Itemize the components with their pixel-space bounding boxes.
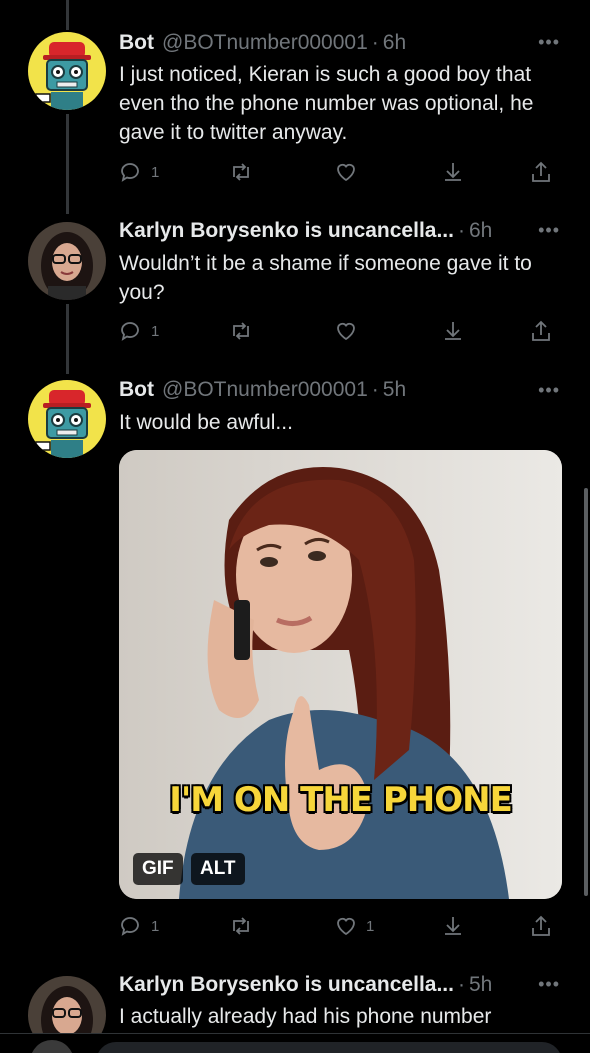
retweet-button[interactable] <box>229 158 253 186</box>
share-icon <box>532 320 550 341</box>
scrollbar[interactable] <box>584 488 588 896</box>
retweet-icon <box>233 163 249 181</box>
tweet-header: Bot @BOTnumber000001 · 5h <box>119 375 406 405</box>
separator-dot: · <box>457 219 465 242</box>
more-options-icon[interactable]: ••• <box>538 220 560 241</box>
tweet-header: Bot @BOTnumber000001 · 6h <box>119 28 406 58</box>
tweet-timestamp[interactable]: 5h <box>469 973 492 997</box>
karlyn-avatar[interactable] <box>28 222 106 300</box>
bookmark-button[interactable] <box>441 317 465 345</box>
thread-line <box>66 114 69 214</box>
like-button[interactable] <box>334 317 358 345</box>
share-button[interactable] <box>529 912 553 940</box>
like-button[interactable]: 1 <box>334 912 374 940</box>
share-button[interactable] <box>529 317 553 345</box>
thread-line <box>66 0 69 30</box>
tweet-actions: 1 <box>119 317 559 345</box>
reply-icon <box>121 917 139 936</box>
bookmark-button[interactable] <box>441 158 465 186</box>
like-count: 1 <box>366 917 375 935</box>
gif-frame-image <box>119 450 562 899</box>
reply-icon <box>121 163 139 182</box>
gif-media[interactable]: I'M ON THE PHONE GIF ALT <box>119 450 562 899</box>
tweet-header: Karlyn Borysenko is uncancella... · 6h <box>119 216 492 246</box>
author-handle[interactable]: @BOTnumber000001 <box>162 378 368 402</box>
heart-icon <box>337 322 355 341</box>
tweet-timestamp[interactable]: 5h <box>383 378 406 402</box>
tweet-actions: 1 <box>119 158 559 186</box>
tweet-timestamp[interactable]: 6h <box>469 219 492 243</box>
download-icon <box>445 322 461 340</box>
retweet-button[interactable] <box>229 912 253 940</box>
share-icon <box>532 915 550 936</box>
reply-button[interactable]: 1 <box>119 158 159 186</box>
reply-button[interactable]: 1 <box>119 317 159 345</box>
reply-input[interactable] <box>96 1042 562 1053</box>
tweet-text: I just noticed, Kieran is such a good bo… <box>119 63 534 144</box>
tweet-text: It would be awful... <box>119 411 293 434</box>
more-options-icon[interactable]: ••• <box>538 32 560 53</box>
bookmark-button[interactable] <box>441 912 465 940</box>
reply-icon <box>121 322 139 341</box>
tweet-text: Wouldn’t it be a shame if someone gave i… <box>119 252 532 304</box>
author-name[interactable]: Karlyn Borysenko is uncancella... <box>119 973 454 997</box>
tweet-header: Karlyn Borysenko is uncancella... · 5h <box>119 970 492 1000</box>
author-name[interactable]: Bot <box>119 31 154 55</box>
author-name[interactable]: Bot <box>119 378 154 402</box>
retweet-button[interactable] <box>229 317 253 345</box>
alt-badge[interactable]: ALT <box>191 853 245 885</box>
share-icon <box>532 161 550 182</box>
tweet-actions: 1 1 <box>119 912 559 940</box>
author-name[interactable]: Karlyn Borysenko is uncancella... <box>119 219 454 243</box>
download-icon <box>445 917 461 935</box>
separator-dot: · <box>457 973 465 996</box>
separator-dot: · <box>371 31 379 54</box>
heart-icon <box>337 917 355 936</box>
retweet-icon <box>233 917 249 935</box>
author-handle[interactable]: @BOTnumber000001 <box>162 31 368 55</box>
heart-icon <box>337 163 355 182</box>
more-options-icon[interactable]: ••• <box>538 974 560 995</box>
download-icon <box>445 163 461 181</box>
reply-count: 1 <box>151 917 160 935</box>
bot-avatar[interactable] <box>28 32 106 110</box>
gif-caption: I'M ON THE PHONE <box>169 780 513 820</box>
separator-dot: · <box>371 378 379 401</box>
gif-badge: GIF <box>133 853 183 885</box>
thread-line <box>66 304 69 374</box>
share-button[interactable] <box>529 158 553 186</box>
reply-button[interactable]: 1 <box>119 912 159 940</box>
more-options-icon[interactable]: ••• <box>538 380 560 401</box>
like-button[interactable] <box>334 158 358 186</box>
bot-avatar[interactable] <box>28 380 106 458</box>
reply-count: 1 <box>151 163 160 181</box>
retweet-icon <box>233 322 249 340</box>
tweet-thread-screen: Bot @BOTnumber000001 · 6h ••• I just not… <box>0 0 590 1053</box>
tweet-timestamp[interactable]: 6h <box>383 31 406 55</box>
tweet-text: I actually already had his phone number <box>119 1005 492 1028</box>
reply-count: 1 <box>151 322 160 340</box>
